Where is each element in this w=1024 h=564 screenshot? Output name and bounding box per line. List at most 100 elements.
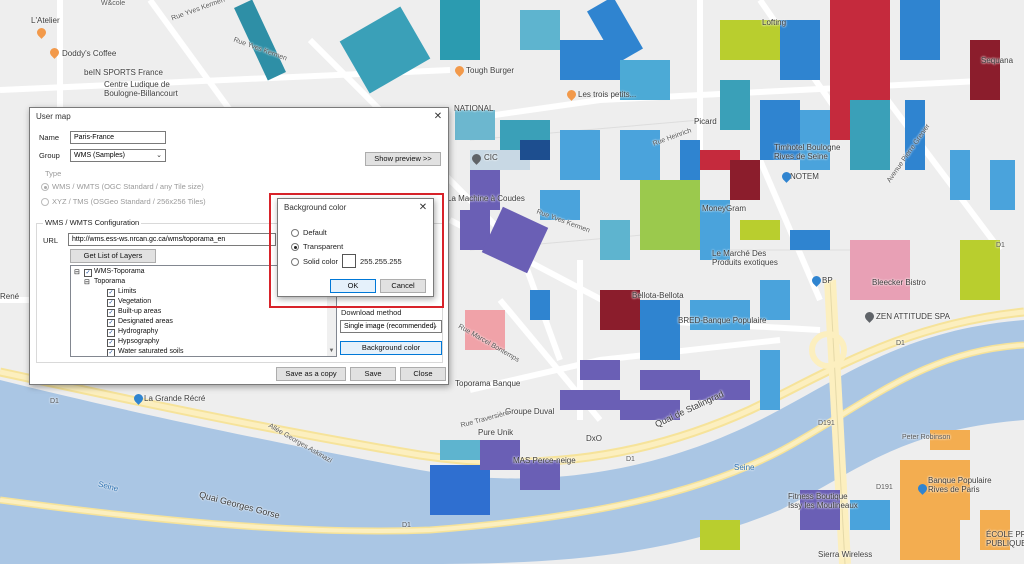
map-label-doddys[interactable]: Doddy's Coffee: [62, 49, 116, 58]
map-label-dxo[interactable]: DxO: [586, 434, 602, 443]
map-label-d1: D1: [50, 398, 59, 405]
tree-check-item[interactable]: ✓: [107, 339, 115, 347]
map-label-picard[interactable]: Picard: [694, 117, 717, 126]
bg-transparent-radio[interactable]: [291, 243, 299, 251]
download-method-select[interactable]: Single image (recommended) ⌄: [340, 320, 442, 333]
map-label-notem[interactable]: NOTEM: [790, 172, 819, 181]
map-label-la-grande-recre[interactable]: La Grande Récré: [144, 394, 205, 403]
map-label-d1b: D1: [402, 522, 411, 529]
get-layers-button[interactable]: Get List of Layers: [70, 249, 156, 263]
background-color-title: Background color: [284, 203, 347, 212]
bg-default-label: Default: [303, 228, 327, 237]
bg-default-radio[interactable]: [291, 229, 299, 237]
map-label-seine-2: Seine: [734, 463, 755, 472]
type-xyz-label: XYZ / TMS (OSGeo Standard / 256x256 Tile…: [52, 197, 206, 206]
download-method-value: Single image (recommended): [344, 323, 436, 330]
map-label-les-trois[interactable]: Les trois petits...: [578, 90, 636, 99]
map-label-zen[interactable]: ZEN ATTITUDE SPA: [876, 312, 950, 321]
cancel-button[interactable]: Cancel: [380, 279, 426, 293]
map-label-bein[interactable]: beIN SPORTS France: [84, 68, 163, 77]
map-label-national[interactable]: NATIONAL: [454, 104, 493, 113]
map-label-bellota[interactable]: Bellota-Bellota: [632, 291, 684, 300]
tree-item: Hypsography: [118, 338, 160, 345]
background-color-dialog: Background color ✕ Default Transparent S…: [277, 198, 434, 297]
map-label-ecole[interactable]: ÉCOLE PRIMAIREPUBLIQUE ST...: [986, 530, 1024, 548]
background-color-button[interactable]: Background color: [340, 341, 442, 355]
group-select[interactable]: WMS (Samples) ⌄: [70, 149, 166, 162]
map-label-pure-unik[interactable]: Pure Unik: [478, 428, 513, 437]
scroll-down-icon[interactable]: ▼: [327, 347, 336, 356]
tree-item: Vegetation: [118, 298, 152, 305]
map-label-machine-coudes[interactable]: La Machine à Coudes: [447, 194, 525, 203]
close-icon[interactable]: ✕: [430, 110, 446, 124]
type-xyz-radio[interactable]: [41, 198, 49, 206]
map-label-marche[interactable]: Le Marché Des Produits exotiques: [712, 249, 778, 267]
user-map-title: User map: [36, 112, 71, 121]
type-wms-radio[interactable]: [41, 183, 49, 191]
group-select-value: WMS (Samples): [74, 152, 125, 159]
map-label-groupe-duval[interactable]: Groupe Duval: [505, 407, 554, 416]
bg-solid-radio[interactable]: [291, 258, 299, 266]
chevron-down-icon: ⌄: [432, 323, 438, 330]
tree-item: Built-up areas: [118, 308, 162, 315]
map-label-sequana[interactable]: Sequana: [981, 56, 1013, 65]
tree-expand-child[interactable]: ⊟: [84, 278, 90, 286]
map-label-bleecker[interactable]: Bleecker Bistro: [872, 278, 926, 287]
tree-item: Limits: [118, 288, 137, 295]
type-label: Type: [45, 169, 62, 178]
bg-solid-label: Solid color: [303, 257, 339, 266]
type-wms-label: WMS / WMTS (OGC Standard / any Tile size…: [52, 182, 204, 191]
tree-check-root[interactable]: ✓: [84, 269, 92, 277]
group-label: Group: [39, 151, 60, 160]
map-label-cic[interactable]: CIC: [484, 153, 498, 162]
user-map-titlebar[interactable]: User map ✕: [30, 108, 448, 126]
tree-item: Water saturated soils: [118, 348, 184, 355]
map-label-moneygram[interactable]: MoneyGram: [702, 204, 746, 213]
tree-check-item[interactable]: ✓: [107, 349, 115, 356]
map-label-d191: D191: [818, 420, 835, 427]
tree-root-label: WMS-Toporama: [94, 268, 145, 275]
map-label-fitness[interactable]: Fitness Boutique Issy les Moulineaux: [788, 492, 858, 510]
map-label-lofting[interactable]: Lofting: [762, 18, 786, 27]
tree-item: Designated areas: [118, 318, 173, 325]
save-as-copy-button[interactable]: Save as a copy: [276, 367, 346, 381]
map-label-toporama-banque[interactable]: Toporama Banque: [455, 379, 520, 388]
bg-transparent-label: Transparent: [303, 242, 344, 251]
close-icon[interactable]: ✕: [415, 201, 431, 215]
map-label-d1c: D1: [626, 456, 635, 463]
map-label-tough-burger[interactable]: Tough Burger: [466, 66, 514, 75]
map-label-latelier[interactable]: L'Atelier: [31, 16, 60, 25]
map-label-d191b: D191: [876, 484, 893, 491]
tree-expand-root[interactable]: ⊟: [74, 268, 80, 276]
chevron-down-icon: ⌄: [156, 152, 162, 159]
url-label: URL: [43, 236, 59, 245]
map-label-bred[interactable]: BRED-Banque Populaire: [678, 316, 767, 325]
show-preview-button[interactable]: Show preview >>: [365, 152, 441, 166]
map-label-centre-ludique[interactable]: Centre Ludique de Boulogne-Billancourt: [104, 80, 178, 98]
save-button[interactable]: Save: [350, 367, 396, 381]
tree-child-label: Toporama: [94, 278, 126, 285]
map-label-rene[interactable]: René: [0, 292, 19, 301]
url-field[interactable]: http://wms.ess-ws.nrcan.gc.ca/wms/topora…: [68, 233, 276, 246]
map-label-sierra[interactable]: Sierra Wireless: [818, 550, 872, 559]
background-color-titlebar[interactable]: Background color ✕: [278, 199, 433, 217]
map-label-bp[interactable]: BP: [822, 276, 833, 285]
close-button[interactable]: Close: [400, 367, 446, 381]
color-swatch[interactable]: [342, 254, 356, 268]
map-label-wcole: W&cole: [101, 0, 126, 7]
tree-check-item[interactable]: ✓: [107, 309, 115, 317]
map-label-mas-perce[interactable]: MAS Perce-neige: [513, 456, 576, 465]
name-field[interactable]: Paris-France: [70, 131, 166, 144]
tree-item: Hydrography: [118, 328, 159, 335]
tree-check-item[interactable]: ✓: [107, 329, 115, 337]
map-label-banque-pop-rives[interactable]: Banque Populaire Rives de Paris: [928, 476, 992, 494]
config-label: WMS / WMTS Configuration: [43, 218, 142, 227]
solid-color-value: 255.255.255: [360, 257, 402, 266]
tree-check-item[interactable]: ✓: [107, 299, 115, 307]
map-label-timhotel[interactable]: Timhotel Boulogne Rives de Seine: [774, 143, 840, 161]
map-label-peter[interactable]: Peter Robinson: [902, 434, 950, 441]
download-method-label: Download method: [341, 308, 402, 317]
ok-button[interactable]: OK: [330, 279, 376, 293]
tree-check-item[interactable]: ✓: [107, 289, 115, 297]
tree-check-item[interactable]: ✓: [107, 319, 115, 327]
